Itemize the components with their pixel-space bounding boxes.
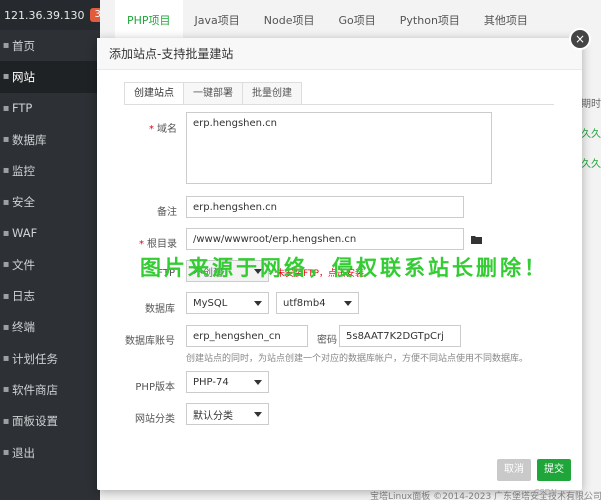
domain-label: * 域名 <box>149 124 177 135</box>
domain-textarea[interactable]: erp.hengshen.cn <box>186 112 492 184</box>
tab-python[interactable]: Python项目 <box>388 0 472 40</box>
database-label: 数据库 <box>145 304 175 315</box>
remark-input[interactable]: erp.hengshen.cn <box>186 196 464 218</box>
cancel-button[interactable]: 取消 <box>497 459 531 481</box>
server-ip-row: 121.36.39.130 3 <box>0 0 105 30</box>
database-type-select[interactable]: MySQL <box>186 292 269 314</box>
tab-batch-create[interactable]: 批量创建 <box>242 82 302 104</box>
sidebar-item-database[interactable]: ▪ 数据库 <box>0 124 100 155</box>
folder-open-icon[interactable] <box>471 235 483 245</box>
password-label: 密码 <box>317 335 337 346</box>
db-account-input[interactable]: erp_hengshen_cn <box>186 325 308 347</box>
tab-other[interactable]: 其他项目 <box>472 0 540 40</box>
site-category-select[interactable]: 默认分类 <box>186 403 269 425</box>
root-dir-input[interactable]: /www/wwwroot/erp.hengshen.cn <box>186 228 464 250</box>
site-category-label: 网站分类 <box>135 414 175 425</box>
clock-icon: ▪ <box>2 353 10 365</box>
tab-one-click-deploy[interactable]: 一键部署 <box>183 82 243 104</box>
ftp-icon: ▪ <box>2 102 10 114</box>
bg-expiry-value: 久久 <box>581 129 601 140</box>
sidebar-item-settings[interactable]: ▪ 面板设置 <box>0 406 100 437</box>
shield-icon: ▪ <box>2 196 10 208</box>
csdn-watermark: CSDN @hengshenit <box>534 488 587 500</box>
globe-icon: ▪ <box>2 71 10 83</box>
folder-icon: ▪ <box>2 259 10 271</box>
dialog-title: 添加站点-支持批量建站 <box>97 38 582 70</box>
tab-node[interactable]: Node项目 <box>252 0 327 40</box>
tab-java[interactable]: Java项目 <box>183 0 252 40</box>
store-icon: ▪ <box>2 384 10 396</box>
sidebar: 121.36.39.130 3 ▪ 首页 ▪ 网站 ▪ FTP ▪ 数据库 ▪ 监控 ▪ 安… <box>0 0 105 500</box>
watermark-text: 图片来源于网络，侵权联系站长删除！ <box>140 256 548 280</box>
server-ip: 121.36.39.130 <box>4 8 85 22</box>
tab-go[interactable]: Go项目 <box>327 0 388 40</box>
logout-icon: ▪ <box>2 447 10 458</box>
chevron-down-icon <box>254 411 262 417</box>
database-hint: 创建站点的同时，为站点创建一个对应的数据库帐户，方便不同站点使用不同数据库。 <box>186 354 529 364</box>
chevron-down-icon <box>344 300 352 306</box>
chevron-down-icon <box>254 379 262 385</box>
bg-expiry-value: 久久 <box>581 159 601 170</box>
settings-icon: ▪ <box>2 415 10 427</box>
sidebar-item-store[interactable]: ▪ 软件商店 <box>0 374 100 405</box>
sidebar-item-logs[interactable]: ▪ 日志 <box>0 280 100 311</box>
tab-create-site[interactable]: 创建站点 <box>124 82 184 104</box>
database-charset-select[interactable]: utf8mb4 <box>276 292 359 314</box>
php-version-label: PHP版本 <box>135 382 175 393</box>
submit-button[interactable]: 提交 <box>537 459 571 481</box>
sidebar-item-website[interactable]: ▪ 网站 <box>0 61 100 93</box>
sidebar-item-waf[interactable]: ▪ WAF <box>0 218 100 249</box>
php-version-select[interactable]: PHP-74 <box>186 371 269 393</box>
remark-label: 备注 <box>157 207 177 218</box>
home-icon: ▪ <box>2 40 10 52</box>
sidebar-item-terminal[interactable]: ▪ 终端 <box>0 312 100 343</box>
tab-php[interactable]: PHP项目 <box>115 0 183 40</box>
close-icon[interactable]: × <box>569 28 591 50</box>
terminal-icon: ▪ <box>2 321 10 333</box>
waf-icon: ▪ <box>2 227 10 239</box>
sidebar-item-files[interactable]: ▪ 文件 <box>0 249 100 280</box>
project-tabs: PHP项目 Java项目 Node项目 Go项目 Python项目 其他项目 <box>115 0 540 40</box>
sidebar-item-monitor[interactable]: ▪ 监控 <box>0 155 100 186</box>
database-icon: ▪ <box>2 134 10 146</box>
sidebar-item-cron[interactable]: ▪ 计划任务 <box>0 343 100 374</box>
password-input[interactable]: 5s8AAT7K2DGTpCrj <box>339 325 461 347</box>
log-icon: ▪ <box>2 290 10 302</box>
root-dir-label: * 根目录 <box>139 239 177 250</box>
db-account-label: 数据库账号 <box>125 336 175 347</box>
sidebar-item-ftp[interactable]: ▪ FTP <box>0 93 100 124</box>
chevron-down-icon <box>254 300 262 306</box>
dialog-tabs: 创建站点 一键部署 批量创建 <box>124 82 554 105</box>
sidebar-item-security[interactable]: ▪ 安全 <box>0 186 100 217</box>
sidebar-item-home[interactable]: ▪ 首页 <box>0 30 100 61</box>
sidebar-item-logout[interactable]: ▪ 退出 <box>0 437 100 468</box>
monitor-icon: ▪ <box>2 165 10 177</box>
